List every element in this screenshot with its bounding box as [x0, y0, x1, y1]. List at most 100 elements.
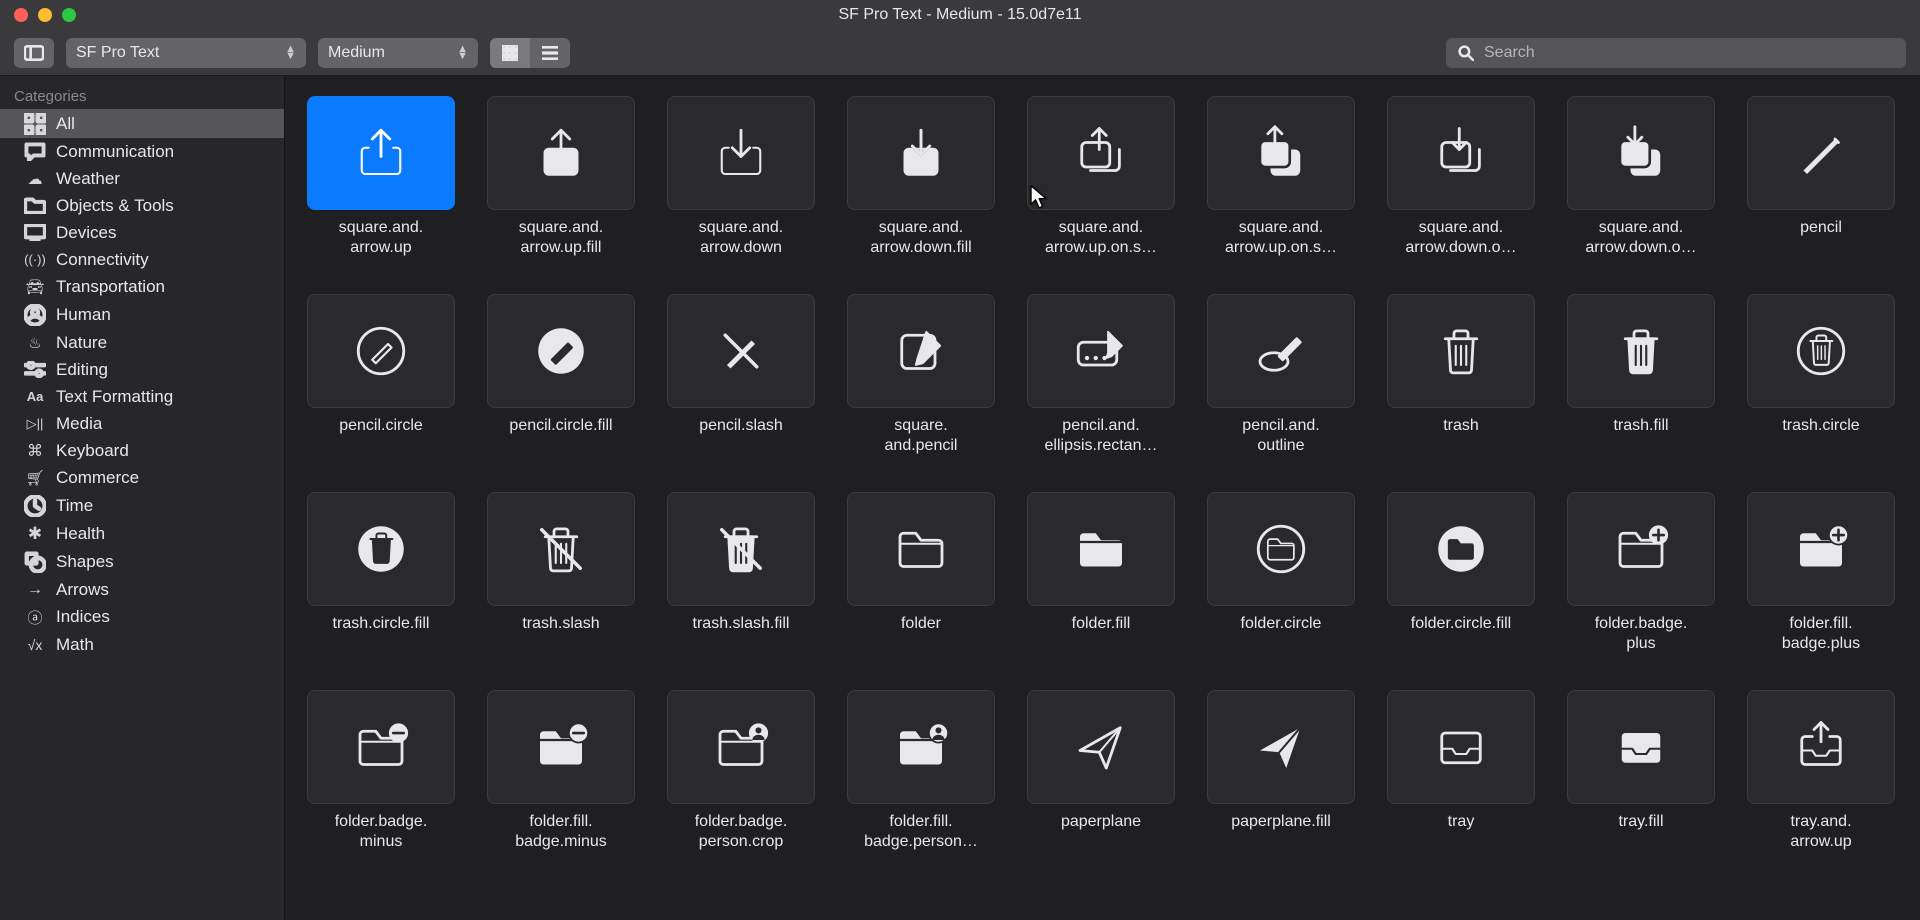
- symbol-cell-folder-badge-minus[interactable]: folder.badge.minus: [307, 690, 455, 852]
- symbol-cell-folder-badge-plus[interactable]: folder.badge.plus: [1567, 492, 1715, 654]
- traffic-minimize-button[interactable]: [38, 8, 52, 22]
- sidebar-item-indices[interactable]: ⓐIndices: [0, 603, 284, 631]
- chat-bubble-icon: [24, 142, 46, 162]
- symbol-cell-folder-fill-badge-person-crop[interactable]: folder.fill.badge.person…: [847, 690, 995, 852]
- symbol-thumbnail: [667, 294, 815, 408]
- symbol-thumbnail: [1207, 492, 1355, 606]
- sidebar-item-connectivity[interactable]: ((·))Connectivity: [0, 246, 284, 273]
- symbol-cell-tray[interactable]: tray: [1387, 690, 1535, 852]
- font-weight-select[interactable]: Medium ▲▼: [318, 38, 478, 68]
- sidebar-item-shapes[interactable]: Shapes: [0, 547, 284, 576]
- symbol-cell-paperplane-fill[interactable]: paperplane.fill: [1207, 690, 1355, 852]
- sidebar-item-label: Shapes: [56, 552, 114, 572]
- sidebar-item-communication[interactable]: Communication: [0, 138, 284, 165]
- traffic-zoom-button[interactable]: [62, 8, 76, 22]
- toggle-sidebar-button[interactable]: [14, 38, 54, 68]
- sidebar-item-human[interactable]: Human: [0, 300, 284, 329]
- command-icon: ⌘: [24, 441, 46, 461]
- symbol-cell-folder-circle-fill[interactable]: folder.circle.fill: [1387, 492, 1535, 654]
- symbol-cell-pencil[interactable]: pencil: [1747, 96, 1895, 258]
- symbol-thumbnail: [1207, 690, 1355, 804]
- symbol-cell-square-and-arrow-down-on-square-fill[interactable]: square.and.arrow.down.o…: [1567, 96, 1715, 258]
- search-input[interactable]: [1482, 43, 1894, 63]
- sidebar-item-transportation[interactable]: 🚘︎Transportation: [0, 273, 284, 300]
- symbol-cell-square-and-arrow-up-on-square-fill[interactable]: square.and.arrow.up.on.s…: [1207, 96, 1355, 258]
- symbol-cell-trash-slash[interactable]: trash.slash: [487, 492, 635, 654]
- symbol-label: tray: [1448, 812, 1475, 852]
- symbol-cell-trash-slash-fill[interactable]: trash.slash.fill: [667, 492, 815, 654]
- symbol-cell-trash[interactable]: trash: [1387, 294, 1535, 456]
- list-view-button[interactable]: [530, 38, 570, 68]
- symbol-cell-pencil-slash[interactable]: pencil.slash: [667, 294, 815, 456]
- sidebar-item-text-formatting[interactable]: AaText Formatting: [0, 383, 284, 410]
- symbol-cell-folder[interactable]: folder: [847, 492, 995, 654]
- symbol-thumbnail: [487, 294, 635, 408]
- symbol-label: trash.slash: [522, 614, 599, 654]
- symbol-cell-tray-and-arrow-up[interactable]: tray.and.arrow.up: [1747, 690, 1895, 852]
- symbol-cell-pencil-and-outline[interactable]: pencil.and.outline: [1207, 294, 1355, 456]
- symbol-thumbnail: [1387, 492, 1535, 606]
- symbol-cell-square-and-arrow-up-on-square[interactable]: square.and.arrow.up.on.s…: [1027, 96, 1175, 258]
- font-family-select[interactable]: SF Pro Text ▲▼: [66, 38, 306, 68]
- symbol-cell-square-and-arrow-up-fill[interactable]: square.and.arrow.up.fill: [487, 96, 635, 258]
- sidebar-item-devices[interactable]: Devices: [0, 219, 284, 246]
- grid-icon: [24, 113, 46, 135]
- sidebar-item-media[interactable]: ▷||Media: [0, 410, 284, 437]
- sidebar-item-time[interactable]: Time: [0, 491, 284, 520]
- play-pause-icon: ▷||: [24, 416, 46, 432]
- symbol-cell-tray-fill[interactable]: tray.fill: [1567, 690, 1715, 852]
- symbol-label: pencil.slash: [699, 416, 783, 456]
- symbol-thumbnail: [1207, 96, 1355, 210]
- sidebar-item-label: Objects & Tools: [56, 196, 174, 216]
- sidebar-item-math[interactable]: √xMath: [0, 631, 284, 658]
- sidebar-item-label: Editing: [56, 360, 108, 380]
- symbol-cell-square-and-pencil[interactable]: square.and.pencil: [847, 294, 995, 456]
- symbol-cell-paperplane[interactable]: paperplane: [1027, 690, 1175, 852]
- sidebar-item-label: Communication: [56, 142, 174, 162]
- grid-view-button[interactable]: [490, 38, 530, 68]
- symbol-grid-container[interactable]: square.and.arrow.upsquare.and.arrow.up.f…: [285, 76, 1920, 920]
- symbol-cell-trash-fill[interactable]: trash.fill: [1567, 294, 1715, 456]
- symbol-cell-pencil-circle[interactable]: pencil.circle: [307, 294, 455, 456]
- symbol-cell-folder-badge-person-crop[interactable]: folder.badge.person.crop: [667, 690, 815, 852]
- folder-fill-icon: [1073, 521, 1129, 577]
- search-field[interactable]: [1446, 38, 1906, 68]
- square-and-arrow-down-on-square-icon: [1433, 125, 1489, 181]
- symbol-thumbnail: [307, 690, 455, 804]
- folder-fill-badge-plus-icon: [1793, 521, 1849, 577]
- sidebar-item-weather[interactable]: ☁Weather: [0, 165, 284, 192]
- symbol-cell-folder-circle[interactable]: folder.circle: [1207, 492, 1355, 654]
- sidebar-item-objects-tools[interactable]: Objects & Tools: [0, 192, 284, 219]
- tray-fill-icon: [1613, 719, 1669, 775]
- symbol-cell-trash-circle[interactable]: trash.circle: [1747, 294, 1895, 456]
- symbol-cell-square-and-arrow-up[interactable]: square.and.arrow.up: [307, 96, 455, 258]
- sidebar-item-commerce[interactable]: 🛒︎Commerce: [0, 464, 284, 491]
- sidebar-item-editing[interactable]: Editing: [0, 356, 284, 383]
- symbol-cell-square-and-arrow-down-fill[interactable]: square.and.arrow.down.fill: [847, 96, 995, 258]
- symbol-cell-pencil-and-ellipsis-rectangle[interactable]: pencil.and.ellipsis.rectan…: [1027, 294, 1175, 456]
- symbol-thumbnail: [1567, 294, 1715, 408]
- sidebar-item-label: Indices: [56, 607, 110, 627]
- square-and-arrow-down-on-square-fill-icon: [1613, 125, 1669, 181]
- sidebar-item-nature[interactable]: ♨︎Nature: [0, 329, 284, 356]
- symbol-cell-square-and-arrow-down[interactable]: square.and.arrow.down: [667, 96, 815, 258]
- sidebar-item-all[interactable]: All: [0, 109, 284, 138]
- symbol-thumbnail: [847, 492, 995, 606]
- symbol-label: square.and.arrow.up.on.s…: [1045, 218, 1157, 258]
- symbol-cell-folder-fill-badge-minus[interactable]: folder.fill.badge.minus: [487, 690, 635, 852]
- symbol-thumbnail: [1027, 294, 1175, 408]
- view-mode-toggle: [490, 38, 570, 68]
- sidebar-item-keyboard[interactable]: ⌘Keyboard: [0, 437, 284, 464]
- symbol-label: folder.badge.plus: [1595, 614, 1688, 654]
- symbol-label: trash.fill: [1613, 416, 1668, 456]
- symbol-cell-folder-fill[interactable]: folder.fill: [1027, 492, 1175, 654]
- sidebar-item-arrows[interactable]: →Arrows: [0, 576, 284, 603]
- symbol-cell-square-and-arrow-down-on-square[interactable]: square.and.arrow.down.o…: [1387, 96, 1535, 258]
- symbol-label: folder.fill.badge.minus: [515, 812, 607, 852]
- symbol-cell-trash-circle-fill[interactable]: trash.circle.fill: [307, 492, 455, 654]
- symbol-cell-folder-fill-badge-plus[interactable]: folder.fill.badge.plus: [1747, 492, 1895, 654]
- sidebar-item-health[interactable]: ✱Health: [0, 520, 284, 547]
- traffic-close-button[interactable]: [14, 8, 28, 22]
- square-and-pencil-icon: [893, 323, 949, 379]
- symbol-cell-pencil-circle-fill[interactable]: pencil.circle.fill: [487, 294, 635, 456]
